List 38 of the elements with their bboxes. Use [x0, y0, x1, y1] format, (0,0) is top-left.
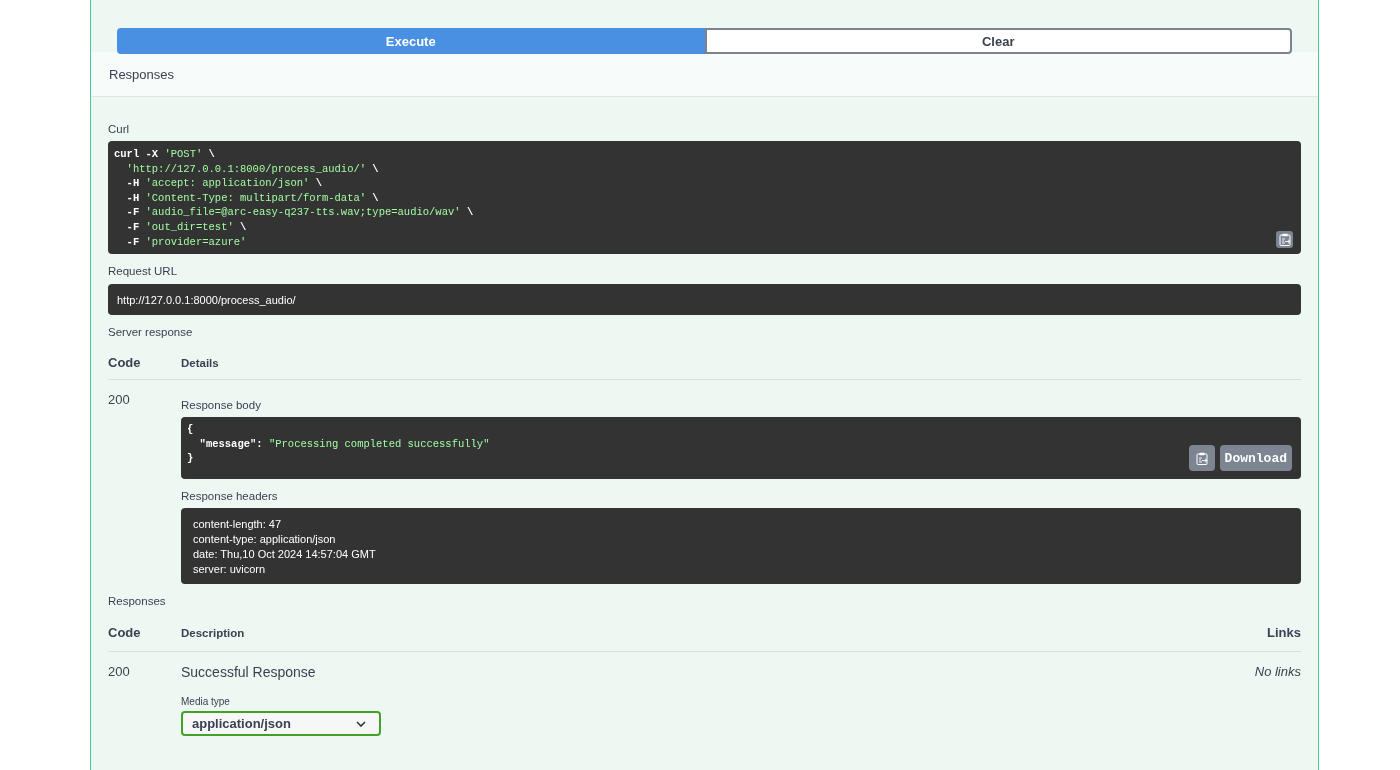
column-header: Description: [181, 626, 246, 639]
code-line: -H 'accept: application/json' \: [125, 176, 322, 191]
response-description: Successful Response: [181, 664, 317, 680]
column-header: Code: [108, 625, 142, 640]
column-header: Details: [181, 356, 219, 369]
code-line: -F 'audio_file=@arc-easy-q237-tts.wav;type=audio/wav' \: [125, 205, 474, 220]
request-url-label: Request URL: [108, 265, 179, 277]
responses-label: Responses: [108, 595, 167, 607]
curl-label: Curl: [108, 123, 131, 135]
request-url-value: http://127.0.0.1:8000/process_audio/: [108, 284, 1301, 315]
no-links-text: No links: [1254, 664, 1301, 679]
copy-icon[interactable]: [1188, 445, 1215, 471]
code-line: -F 'out_dir=test' \: [125, 219, 247, 235]
code-line: -F 'provider=azure': [125, 234, 247, 250]
response-body-label: Response body: [181, 399, 262, 411]
header-line: server: uvicorn: [193, 562, 267, 577]
clear-button[interactable]: Clear: [704, 28, 1292, 54]
section-title: Responses: [109, 66, 175, 82]
code-line: curl -X 'POST' \: [114, 147, 215, 162]
code-line: }: [187, 451, 194, 466]
download-button[interactable]: Download: [1219, 445, 1292, 471]
status-code: 200: [108, 664, 131, 681]
chevron-down-icon: [356, 720, 366, 727]
server-response-label: Server response: [108, 326, 194, 338]
media-type-label: Media type: [181, 696, 231, 707]
code-line: "message": "Processing completed successfully": [198, 436, 490, 452]
code-line: -H 'Content-Type: multipart/form-data' \: [125, 190, 379, 206]
code-line: 'http://127.0.0.1:8000/process_audio/' \: [125, 161, 379, 177]
column-header: Links: [1267, 625, 1301, 640]
media-type-select[interactable]: application/json: [181, 711, 381, 736]
status-code: 200: [108, 392, 131, 409]
column-header: Code: [108, 355, 142, 370]
response-headers-label: Response headers: [181, 490, 279, 502]
header-line: content-type: application/json: [193, 532, 337, 547]
code-line: {: [187, 422, 194, 437]
copy-icon[interactable]: [1276, 231, 1293, 248]
header-line: date: Thu,10 Oct 2024 14:57:04 GMT: [193, 547, 377, 562]
header-line: content-length: 47: [193, 517, 283, 532]
